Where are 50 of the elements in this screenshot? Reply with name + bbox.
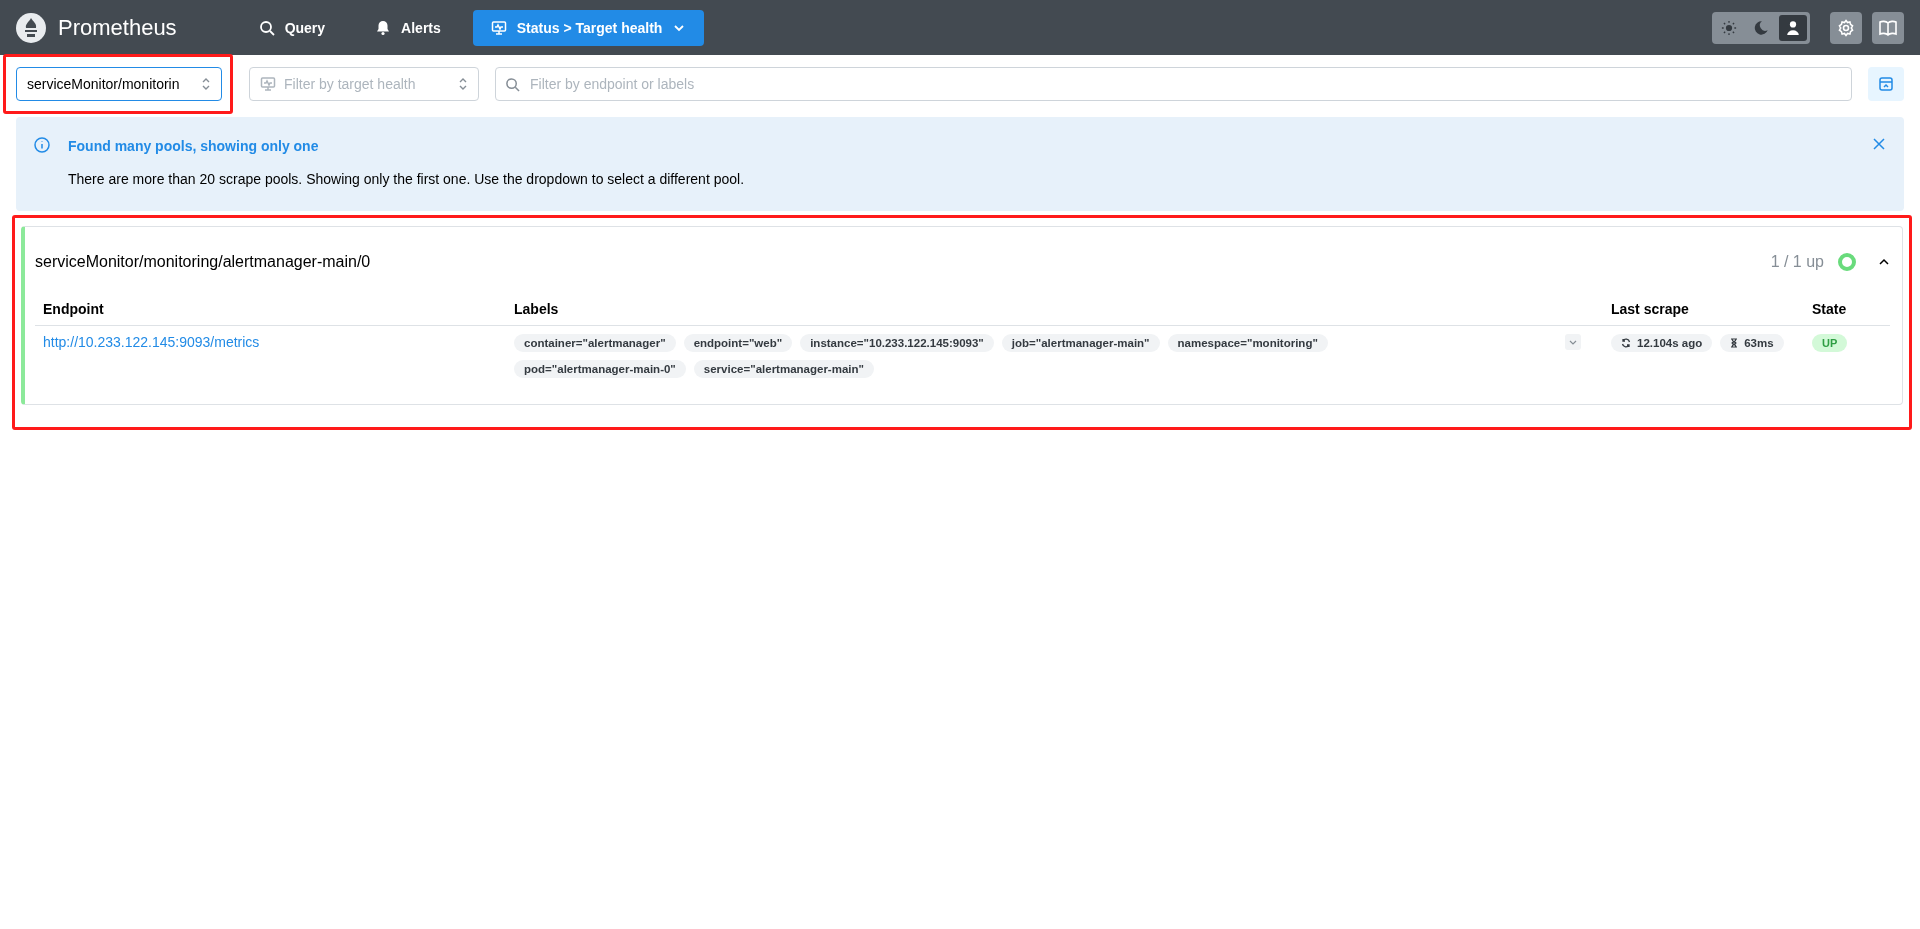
refresh-icon: [1621, 338, 1631, 348]
status-dot-icon: [1838, 253, 1856, 271]
state-badge: UP: [1812, 334, 1848, 352]
updown-icon: [201, 77, 211, 91]
label-badge: endpoint="web": [683, 334, 793, 352]
label-badge: container="alertmanager": [514, 334, 676, 352]
chevron-down-icon: [1569, 338, 1577, 346]
expand-labels-button[interactable]: [1565, 334, 1581, 350]
collapse-all-button[interactable]: [1868, 67, 1904, 101]
monitor-icon: [490, 19, 507, 36]
nav-tab[interactable]: Status > Target health: [472, 9, 705, 46]
pool-select[interactable]: serviceMonitor/monitorin: [16, 67, 222, 101]
search-field[interactable]: Filter by endpoint or labels: [495, 67, 1852, 101]
brand-title: Prometheus: [58, 14, 177, 41]
column-header: Endpoint: [35, 293, 506, 326]
monitor-icon: [260, 76, 276, 92]
updown-icon: [458, 77, 468, 91]
label-badge: pod="alertmanager-main-0": [514, 360, 686, 378]
layout-icon: [1878, 76, 1894, 92]
docs-button[interactable]: [1872, 11, 1904, 44]
person-icon: [1785, 18, 1801, 37]
close-icon: [1872, 137, 1886, 151]
sun-icon: [1721, 18, 1737, 37]
book-icon: [1878, 18, 1898, 37]
endpoint-link[interactable]: http://10.233.122.145:9093/metrics: [43, 334, 260, 350]
column-header: State: [1804, 293, 1890, 326]
duration-badge: 63ms: [1720, 334, 1784, 352]
last-scrape-badge: 12.104s ago: [1611, 334, 1713, 352]
label-badge: namespace="monitoring": [1167, 334, 1328, 352]
theme-option[interactable]: [1779, 14, 1807, 41]
hourglass-icon: [1730, 338, 1739, 348]
bell-icon: [375, 19, 392, 36]
label-badge: instance="10.233.122.145:9093": [800, 334, 994, 352]
label-badge: job="alertmanager-main": [1001, 334, 1160, 352]
nav-tab[interactable]: Alerts: [357, 9, 459, 46]
moon-icon: [1753, 18, 1769, 37]
pool-name: serviceMonitor/monitoring/alertmanager-main/0: [35, 253, 372, 271]
column-header: Last scrape: [1603, 293, 1804, 326]
settings-button[interactable]: [1830, 11, 1862, 44]
settings-icon: [1837, 18, 1855, 37]
close-button[interactable]: [1872, 137, 1886, 151]
nav-tab[interactable]: Query: [240, 9, 344, 46]
column-header: Labels: [506, 293, 1557, 326]
alert-title: Found many pools, showing only one: [68, 137, 320, 155]
flame-logo-icon: [16, 12, 46, 43]
alert-message: There are more than 20 scrape pools. Showing only the first one. Use the dropdown to select a different pool.: [68, 171, 746, 187]
label-badge: service="alertmanager-main": [693, 360, 874, 378]
search-icon: [258, 19, 275, 36]
up-count: 1 / 1 up: [1770, 253, 1824, 271]
info-icon: [34, 137, 50, 153]
